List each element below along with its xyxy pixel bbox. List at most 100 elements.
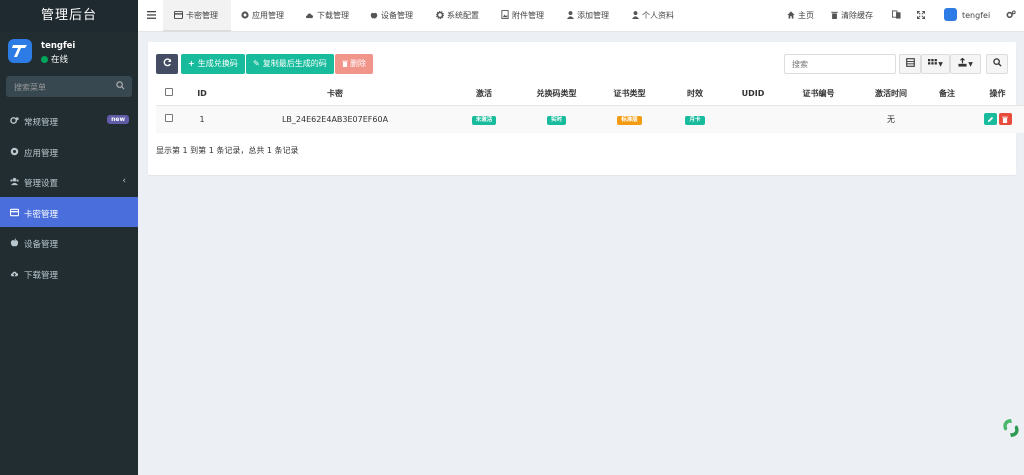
card-cell: LB_24E62E4AB3E07EF60A [222, 105, 448, 133]
row-checkbox[interactable] [165, 114, 173, 123]
user-menu-name: tengfei [962, 11, 991, 20]
table-row[interactable]: 1 LB_24E62E4AB3E07EF60A 未激活 实时 标准版 月卡 无 [156, 105, 1024, 133]
generate-code-button[interactable]: + 生成兑换码 [181, 54, 245, 74]
sidebar-item-downloads[interactable]: 下载管理 [0, 258, 138, 289]
column-header[interactable]: 兑换码类型 [520, 82, 593, 106]
tab-label: 下载管理 [317, 11, 349, 20]
topbar: 卡密管理 应用管理 下载管理 设备管理 系统配置 附件管理 添加管理 个人资料 … [138, 0, 1024, 32]
delete-row-button[interactable] [998, 113, 1012, 126]
actions-cell [967, 105, 1024, 133]
tab-profile[interactable]: 个人资料 [632, 0, 674, 32]
column-header[interactable]: 操作 [967, 82, 1024, 106]
sidebar-search-placeholder[interactable]: 搜索菜单 [14, 82, 46, 93]
generate-label: 生成兑换码 [197, 59, 238, 68]
udid-cell [724, 105, 782, 133]
toggle-view-button[interactable] [899, 54, 921, 74]
column-header[interactable]: ID [182, 82, 222, 106]
pagination-info: 显示第 1 到第 1 条记录，总共 1 条记录 [156, 146, 299, 155]
search-icon[interactable] [116, 81, 125, 90]
user-menu[interactable]: tengfei [944, 0, 990, 32]
home-link[interactable]: 主页 [787, 0, 814, 32]
tab-devices[interactable]: 设备管理 [370, 0, 413, 32]
table-search[interactable] [784, 54, 896, 74]
floating-assistant-icon[interactable] [1001, 418, 1021, 438]
language-icon[interactable] [892, 10, 901, 19]
select-all-checkbox[interactable] [165, 88, 173, 97]
language-toggle[interactable] [892, 0, 904, 32]
sidebar-item-label: 设备管理 [24, 240, 59, 251]
refresh-icon [163, 58, 171, 67]
user-name: tengfei [41, 41, 76, 51]
sidebar-item-devices[interactable]: 设备管理 [0, 227, 138, 258]
refresh-button[interactable] [156, 54, 178, 74]
column-header[interactable]: 证书编号 [782, 82, 855, 106]
sidebar-menu: 常规管理 new 应用管理 管理设置 ‹ 卡密管理 设备管理 下载管理 [0, 105, 138, 289]
column-header[interactable]: 证书类型 [593, 82, 666, 106]
sidebar-item-label: 下载管理 [24, 270, 59, 281]
tab-apps[interactable]: 应用管理 [241, 0, 284, 32]
column-header[interactable]: UDID [724, 82, 782, 106]
new-badge: new [107, 115, 129, 124]
content-panel: +生成兑换码 ✎复制最后生成的码 删除 ▼ ▼ ID 卡密 激活 兑换码类型 证… [148, 42, 1024, 175]
fullscreen-toggle[interactable] [916, 0, 928, 32]
user-status: 在线 [41, 53, 68, 65]
cog-icon [435, 10, 445, 20]
cogs-icon [10, 117, 19, 124]
export-dropdown[interactable]: ▼ [950, 54, 981, 74]
brand-title[interactable]: 管理后台 [0, 0, 138, 32]
advanced-search-button[interactable] [986, 54, 1008, 74]
cert-type-badge: 标准版 [617, 115, 642, 125]
trash-icon [831, 11, 838, 19]
tab-downloads[interactable]: 下载管理 [305, 0, 349, 32]
column-header[interactable]: 激活时间 [855, 82, 927, 106]
cogs-icon[interactable] [1006, 10, 1016, 19]
apple-icon [370, 12, 378, 19]
column-header[interactable]: 备注 [927, 82, 967, 106]
menu-toggle[interactable] [147, 0, 159, 32]
clear-cache-button[interactable]: 清除缓存 [831, 0, 873, 32]
cloud-download-icon [305, 13, 314, 19]
row-select-cell[interactable] [156, 105, 182, 133]
settings-button[interactable] [1006, 0, 1019, 32]
id-cell: 1 [182, 105, 222, 133]
sidebar-item-cards[interactable]: 卡密管理 [0, 196, 138, 228]
tab-add-admin[interactable]: 添加管理 [567, 0, 609, 32]
trash-icon [1002, 116, 1008, 123]
sidebar: 管理后台 tengfei 在线 搜索菜单 常规管理 new 应用管理 管理设置 [0, 0, 138, 475]
expand-icon[interactable] [916, 10, 926, 20]
column-header[interactable]: 时效 [666, 82, 724, 106]
sidebar-item-general[interactable]: 常规管理 new [0, 105, 138, 136]
tab-cards[interactable]: 卡密管理 [163, 0, 231, 32]
sidebar-item-label: 常规管理 [24, 118, 59, 128]
tab-attachments[interactable]: 附件管理 [501, 0, 544, 32]
home-label: 主页 [798, 11, 814, 20]
activated-cell: 未激活 [448, 105, 520, 133]
tab-system-config[interactable]: 系统配置 [435, 0, 479, 32]
tab-label: 添加管理 [577, 11, 609, 20]
sidebar-item-label: 管理设置 [24, 179, 59, 190]
column-header[interactable]: 激活 [448, 82, 520, 106]
chrome-icon [241, 11, 249, 19]
select-all-cell[interactable] [156, 82, 182, 106]
sidebar-item-admin-settings[interactable]: 管理设置 ‹ [0, 166, 138, 197]
column-header[interactable]: 卡密 [222, 82, 448, 106]
bars-icon[interactable] [147, 11, 156, 19]
sidebar-search[interactable]: 搜索菜单 [6, 76, 132, 97]
sidebar-item-apps[interactable]: 应用管理 [0, 136, 138, 167]
tab-label: 设备管理 [381, 11, 413, 20]
app-logo-icon [12, 45, 27, 57]
cards-table: ID 卡密 激活 兑换码类型 证书类型 时效 UDID 证书编号 激活时间 备注… [156, 82, 1024, 133]
export-icon [958, 57, 967, 67]
user-icon [632, 11, 639, 19]
edit-button[interactable] [983, 113, 997, 126]
apple-icon [10, 238, 19, 247]
chevron-left-icon: ‹ [122, 176, 126, 187]
columns-toggle[interactable]: ▼ [921, 54, 950, 74]
tab-label: 卡密管理 [186, 11, 218, 20]
table-search-input[interactable] [785, 55, 895, 73]
activated-time-cell: 无 [855, 105, 927, 133]
copy-last-code-button[interactable]: ✎ 复制最后生成的码 [246, 54, 334, 74]
caret-down-icon: ▼ [968, 61, 973, 68]
delete-button[interactable]: 删除 [335, 54, 373, 74]
user-panel: tengfei 在线 [0, 32, 138, 70]
